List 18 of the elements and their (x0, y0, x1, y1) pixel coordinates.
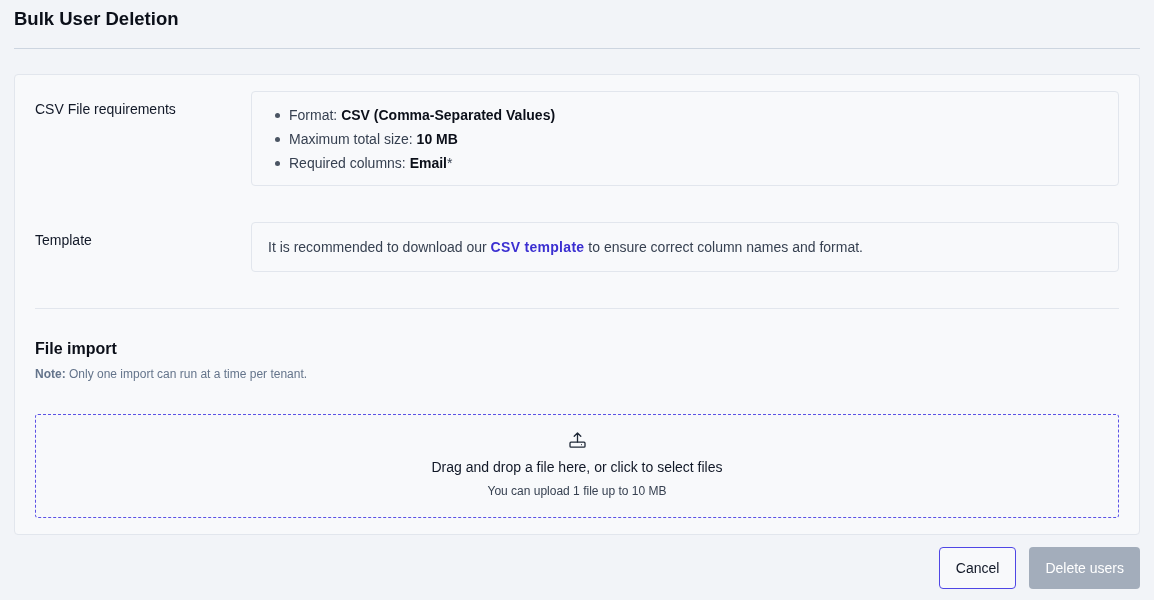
bullet-icon (275, 136, 280, 142)
csv-template-link[interactable]: CSV template (490, 238, 585, 255)
bullet-icon (275, 112, 280, 118)
note-text: Note: Only one import can run at a time per tenant. (35, 366, 308, 383)
bullet-icon (275, 160, 280, 166)
requirement-text: Required columns: Email* (289, 153, 453, 173)
requirement-text: Maximum total size: 10 MB (289, 129, 458, 149)
cancel-button[interactable]: Cancel (938, 547, 1017, 589)
dropzone-hint: You can upload 1 file up to 10 MB (487, 483, 667, 500)
section-heading: File import (35, 339, 117, 359)
template-text: It is recommended to download our CSV template to ensure correct column names and format. (268, 237, 863, 257)
dropzone-text: Drag and drop a file here, or click to select files (431, 458, 723, 477)
file-dropzone[interactable]: Drag and drop a file here, or click to select files You can upload 1 file up to 10 MB (35, 414, 1119, 518)
requirement-text: Format: CSV (Comma-Separated Values) (289, 105, 556, 125)
field-label: Template (35, 232, 92, 248)
field-label: CSV File requirements (35, 101, 176, 117)
upload-icon (568, 432, 586, 448)
page-title: Bulk User Deletion (14, 7, 179, 31)
